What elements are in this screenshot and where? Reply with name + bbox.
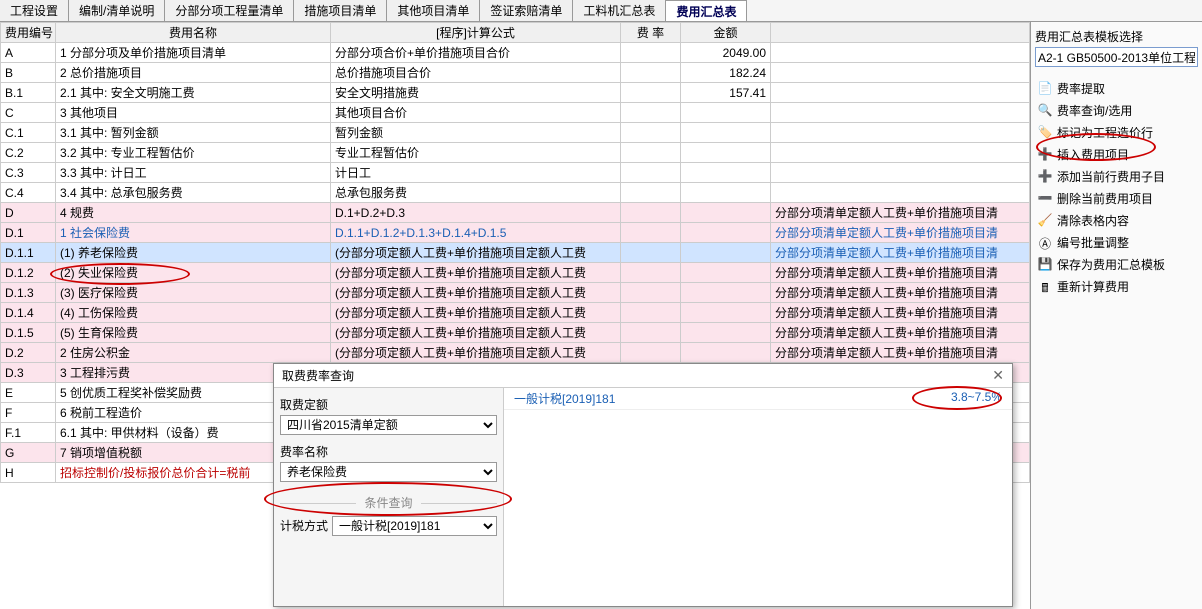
- sidebar-action-6[interactable]: 🧹清除表格内容: [1035, 210, 1198, 231]
- sidebar-action-8[interactable]: 💾保存为费用汇总模板: [1035, 254, 1198, 275]
- action-icon: ➕: [1037, 169, 1053, 185]
- sidebar-action-7[interactable]: Ⓐ编号批量调整: [1035, 232, 1198, 253]
- action-label: 费率查询/选用: [1057, 102, 1132, 119]
- sidebar-action-2[interactable]: 🏷️标记为工程造价行: [1035, 122, 1198, 143]
- sidebar-action-0[interactable]: 📄费率提取: [1035, 78, 1198, 99]
- table-row[interactable]: C.33.3 其中: 计日工计日工: [1, 163, 1030, 183]
- action-icon: 📄: [1037, 81, 1053, 97]
- table-row[interactable]: B.12.1 其中: 安全文明施工费安全文明措施费157.41: [1, 83, 1030, 103]
- tab-4[interactable]: 其他项目清单: [387, 0, 480, 21]
- table-row[interactable]: B2 总价措施项目总价措施项目合价182.24: [1, 63, 1030, 83]
- action-label: 添加当前行费用子目: [1057, 168, 1165, 185]
- table-row[interactable]: D.11 社会保险费D.1.1+D.1.2+D.1.3+D.1.4+D.1.5分…: [1, 223, 1030, 243]
- action-label: 插入费用项目: [1057, 146, 1129, 163]
- top-tabs: 工程设置编制/清单说明分部分项工程量清单措施项目清单其他项目清单签证索赔清单工料…: [0, 0, 1202, 22]
- result-name: 一般计税[2019]181: [514, 390, 615, 407]
- quota-label: 取费定额: [280, 396, 497, 413]
- template-combo[interactable]: [1035, 47, 1198, 67]
- table-row[interactable]: D.1.2(2) 失业保险费(分部分项定额人工费+单价措施项目定额人工费分部分项…: [1, 263, 1030, 283]
- result-rate: 3.8~7.5%: [951, 390, 1002, 407]
- sidebar-action-1[interactable]: 🔍费率查询/选用: [1035, 100, 1198, 121]
- tab-5[interactable]: 签证索赔清单: [480, 0, 573, 21]
- quota-select[interactable]: 四川省2015清单定额: [280, 415, 497, 435]
- rate-query-dialog: 取费费率查询 ✕ 取费定额 四川省2015清单定额 费率名称 养老保险费 条件查…: [273, 363, 1013, 607]
- sidebar-action-4[interactable]: ➕添加当前行费用子目: [1035, 166, 1198, 187]
- table-row[interactable]: D4 规费D.1+D.2+D.3分部分项清单定额人工费+单价措施项目清: [1, 203, 1030, 223]
- sidebar-action-3[interactable]: ➕插入费用项目: [1035, 144, 1198, 165]
- table-row[interactable]: C.13.1 其中: 暂列金额暂列金额: [1, 123, 1030, 143]
- tab-2[interactable]: 分部分项工程量清单: [165, 0, 294, 21]
- tab-7[interactable]: 费用汇总表: [666, 0, 747, 21]
- action-label: 清除表格内容: [1057, 212, 1129, 229]
- table-row[interactable]: A1 分部分项及单价措施项目清单分部分项合价+单价措施项目合价2049.00: [1, 43, 1030, 63]
- action-label: 删除当前费用项目: [1057, 190, 1153, 207]
- action-label: 编号批量调整: [1057, 234, 1129, 251]
- tab-0[interactable]: 工程设置: [0, 0, 69, 21]
- col-name[interactable]: 费用名称: [56, 23, 331, 43]
- tab-3[interactable]: 措施项目清单: [294, 0, 387, 21]
- taxmode-select[interactable]: 一般计税[2019]181: [332, 516, 497, 536]
- action-icon: Ⓐ: [1037, 235, 1053, 251]
- action-icon: 🏷️: [1037, 125, 1053, 141]
- table-row[interactable]: D.1.3(3) 医疗保险费(分部分项定额人工费+单价措施项目定额人工费分部分项…: [1, 283, 1030, 303]
- action-icon: 🔍: [1037, 103, 1053, 119]
- table-row[interactable]: D.1.5(5) 生育保险费(分部分项定额人工费+单价措施项目定额人工费分部分项…: [1, 323, 1030, 343]
- table-row[interactable]: D.1.4(4) 工伤保险费(分部分项定额人工费+单价措施项目定额人工费分部分项…: [1, 303, 1030, 323]
- action-icon: 💾: [1037, 257, 1053, 273]
- col-formula[interactable]: [程序]计算公式: [331, 23, 621, 43]
- table-row[interactable]: C.43.4 其中: 总承包服务费总承包服务费: [1, 183, 1030, 203]
- action-label: 保存为费用汇总模板: [1057, 256, 1165, 273]
- action-icon: 🖩: [1037, 279, 1053, 295]
- sidebar-action-9[interactable]: 🖩重新计算费用: [1035, 276, 1198, 297]
- col-rate[interactable]: 费 率: [621, 23, 681, 43]
- action-label: 费率提取: [1057, 80, 1105, 97]
- tab-1[interactable]: 编制/清单说明: [69, 0, 165, 21]
- sidebar-action-5[interactable]: ➖删除当前费用项目: [1035, 188, 1198, 209]
- action-icon: 🧹: [1037, 213, 1053, 229]
- action-icon: ➕: [1037, 147, 1053, 163]
- table-row[interactable]: C.23.2 其中: 专业工程暂估价专业工程暂估价: [1, 143, 1030, 163]
- action-label: 重新计算费用: [1057, 278, 1129, 295]
- result-row[interactable]: 一般计税[2019]181 3.8~7.5%: [504, 388, 1012, 410]
- ratename-label: 费率名称: [280, 443, 497, 460]
- table-row[interactable]: D.22 住房公积金(分部分项定额人工费+单价措施项目定额人工费分部分项清单定额…: [1, 343, 1030, 363]
- col-code[interactable]: 费用编号: [1, 23, 56, 43]
- tab-6[interactable]: 工料机汇总表: [573, 0, 666, 21]
- template-title: 费用汇总表模板选择: [1035, 28, 1198, 45]
- dialog-title: 取费费率查询: [282, 367, 354, 384]
- col-note: [771, 23, 1030, 43]
- action-label: 标记为工程造价行: [1057, 124, 1153, 141]
- action-icon: ➖: [1037, 191, 1053, 207]
- col-amount[interactable]: 金额: [681, 23, 771, 43]
- condition-separator: 条件查询: [280, 494, 497, 511]
- ratename-select[interactable]: 养老保险费: [280, 462, 497, 482]
- table-row[interactable]: D.1.1(1) 养老保险费(分部分项定额人工费+单价措施项目定额人工费分部分项…: [1, 243, 1030, 263]
- close-icon[interactable]: ✕: [992, 367, 1004, 384]
- table-row[interactable]: C3 其他项目其他项目合价: [1, 103, 1030, 123]
- sidebar: 费用汇总表模板选择 📄费率提取🔍费率查询/选用🏷️标记为工程造价行➕插入费用项目…: [1030, 22, 1202, 609]
- taxmode-label: 计税方式: [280, 517, 328, 534]
